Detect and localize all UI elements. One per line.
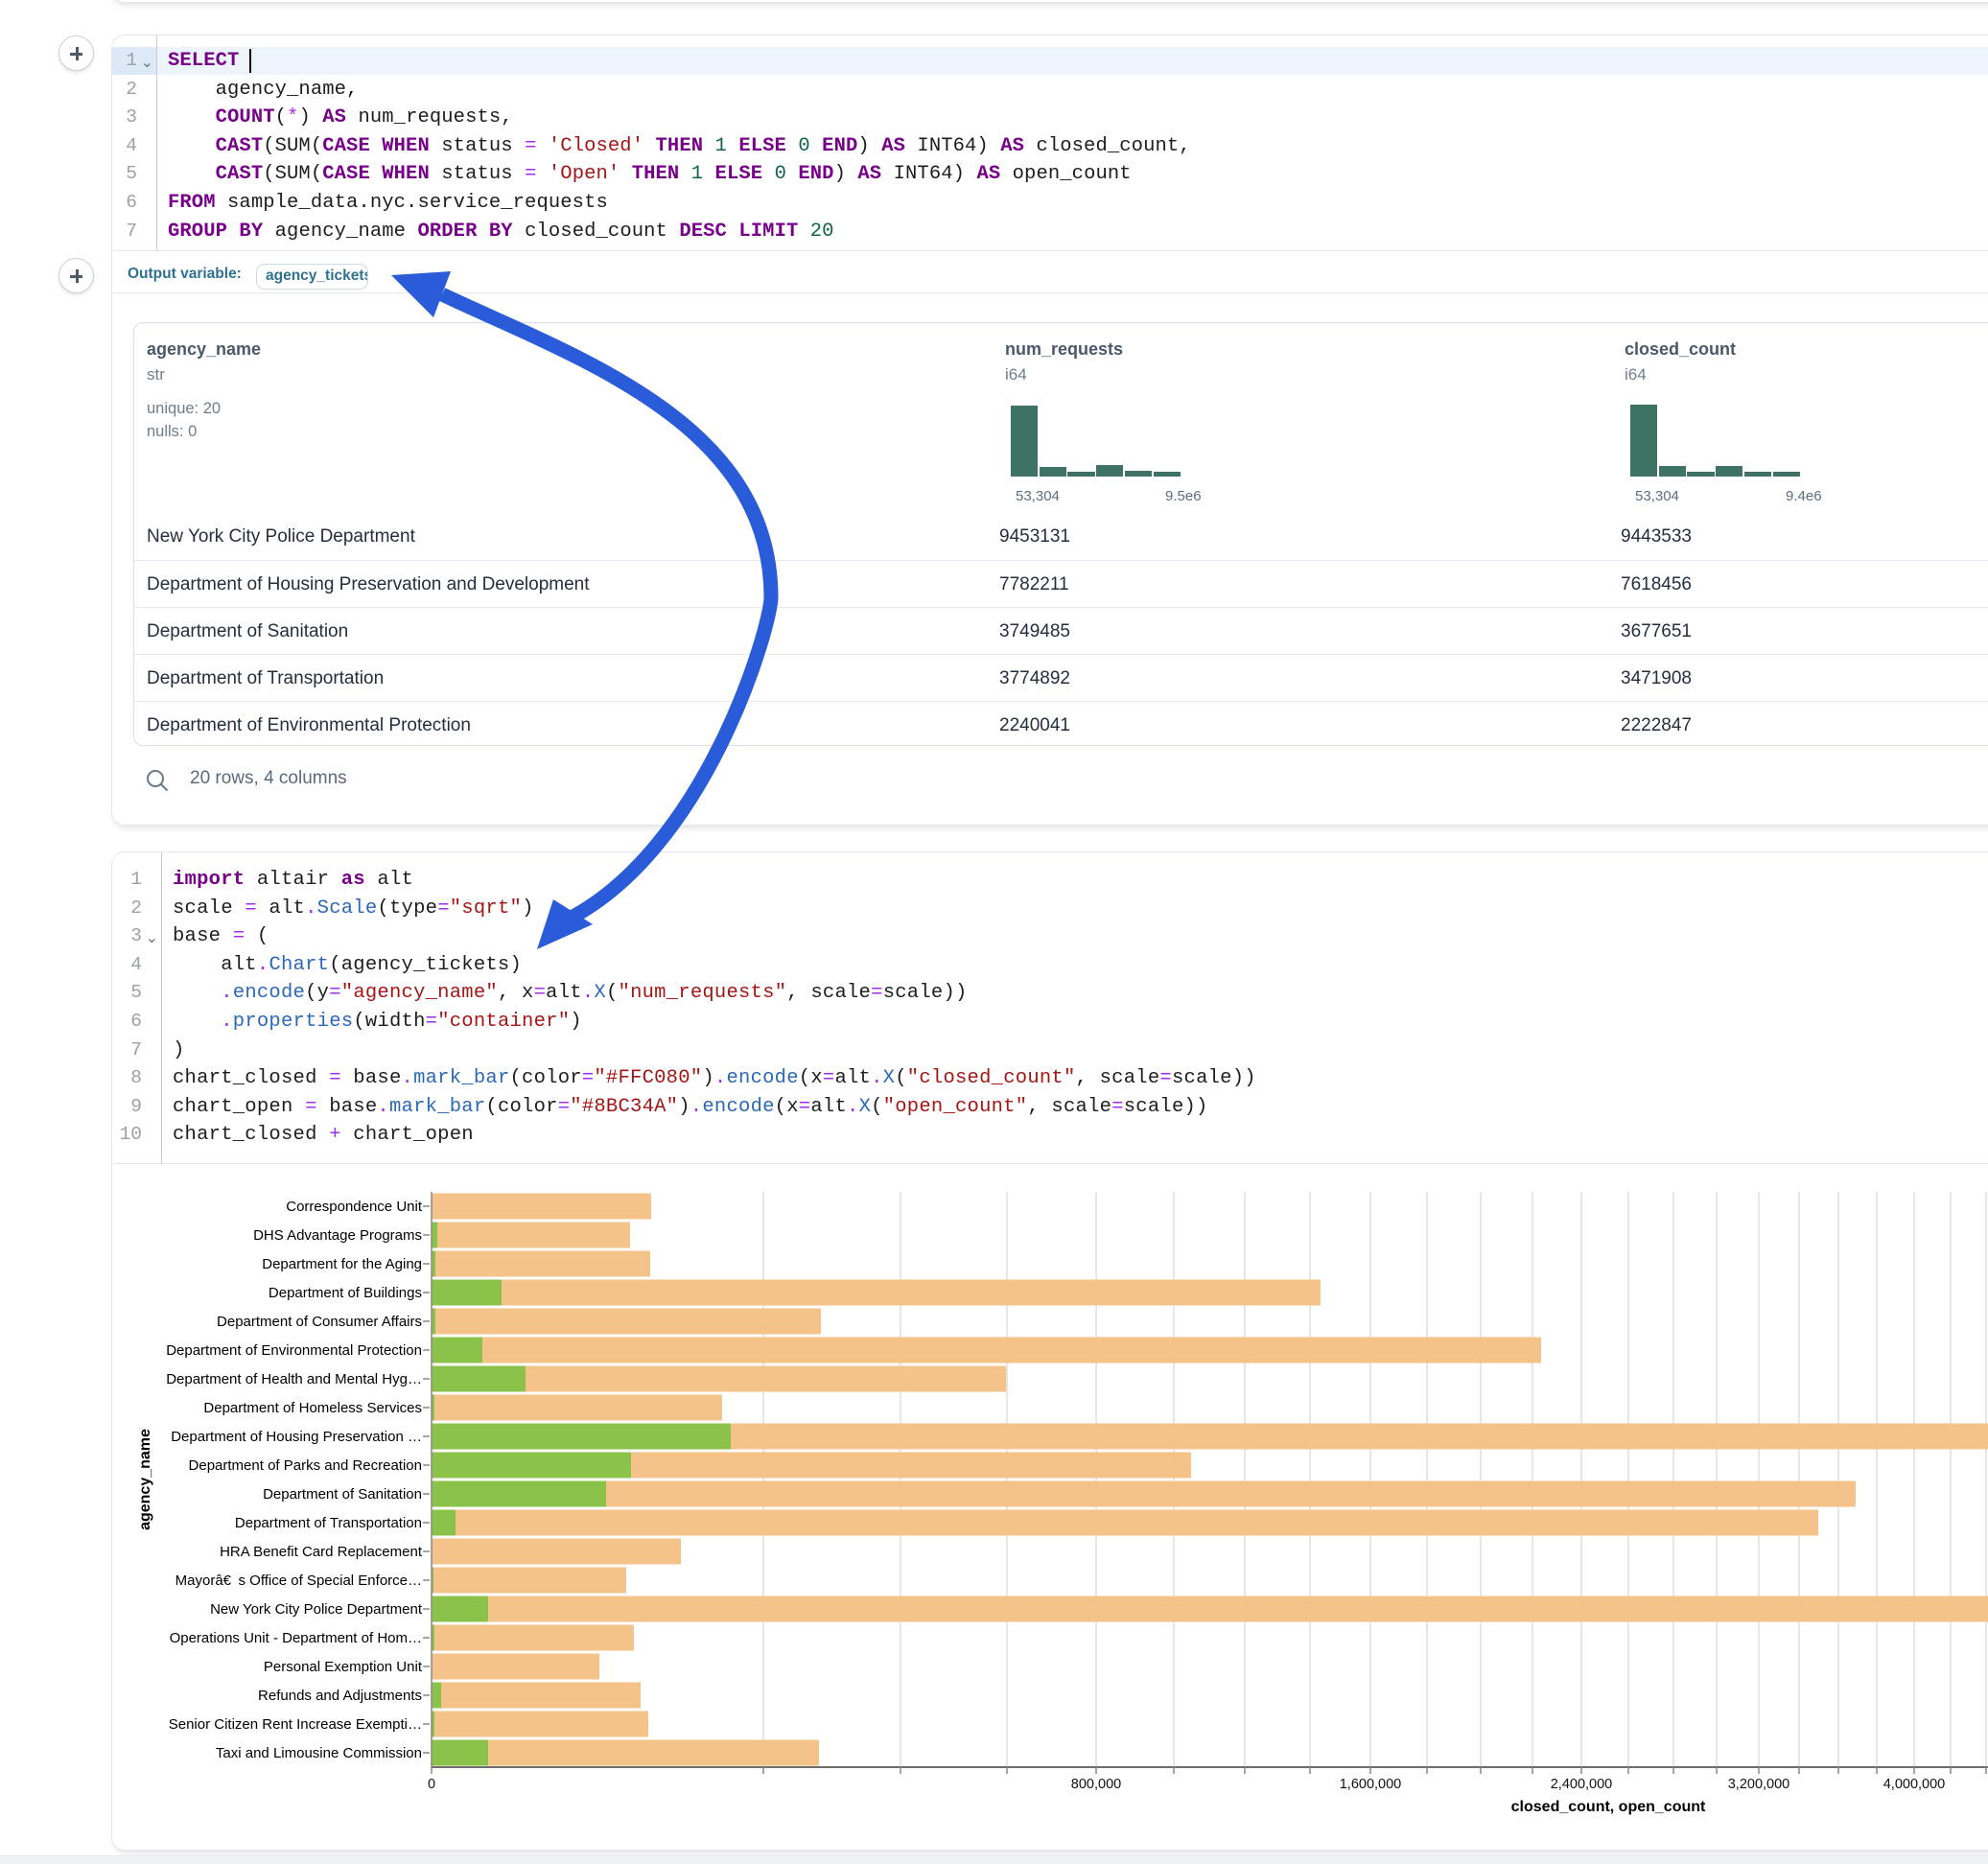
svg-text:agency_name: agency_name: [137, 1429, 153, 1530]
svg-text:2,400,000: 2,400,000: [1551, 1777, 1613, 1792]
svg-text:800,000: 800,000: [1071, 1777, 1121, 1792]
svg-text:Department of Sanitation: Department of Sanitation: [263, 1486, 422, 1503]
svg-text:Department of Parks and Recrea: Department of Parks and Recreation: [189, 1457, 422, 1474]
svg-text:New York City Police Departmen: New York City Police Department: [210, 1601, 423, 1618]
svg-text:Operations Unit - Department o: Operations Unit - Department of Hom…: [170, 1630, 422, 1646]
svg-text:Refunds and Adjustments: Refunds and Adjustments: [258, 1688, 422, 1704]
svg-text:Taxi and Limousine Commission: Taxi and Limousine Commission: [216, 1745, 422, 1761]
svg-text:Mayorâ€ s Office of Special En: Mayorâ€ s Office of Special Enforce…: [175, 1573, 422, 1589]
svg-text:Department of Consumer Affairs: Department of Consumer Affairs: [217, 1314, 422, 1330]
svg-text:Department of Homeless Service: Department of Homeless Services: [203, 1400, 422, 1416]
svg-text:Correspondence Unit: Correspondence Unit: [286, 1199, 423, 1215]
svg-text:HRA Benefit Card Replacement: HRA Benefit Card Replacement: [220, 1544, 423, 1560]
svg-text:Senior Citizen Rent Increase E: Senior Citizen Rent Increase Exempti…: [169, 1716, 422, 1733]
svg-text:Department for the Aging: Department for the Aging: [262, 1256, 422, 1272]
svg-text:Department of Buildings: Department of Buildings: [269, 1285, 422, 1301]
svg-text:Department of Health and Menta: Department of Health and Mental Hyg…: [166, 1371, 422, 1387]
svg-text:1,600,000: 1,600,000: [1340, 1777, 1402, 1792]
svg-text:Personal Exemption Unit: Personal Exemption Unit: [264, 1659, 423, 1675]
svg-text:Department of Transportation: Department of Transportation: [235, 1515, 422, 1531]
svg-text:Department of Environmental Pr: Department of Environmental Protection: [166, 1342, 422, 1359]
svg-text:4,000,000: 4,000,000: [1883, 1777, 1946, 1792]
svg-text:DHS Advantage Programs: DHS Advantage Programs: [253, 1227, 422, 1244]
svg-text:3,200,000: 3,200,000: [1728, 1777, 1790, 1792]
svg-text:0: 0: [428, 1777, 435, 1792]
svg-text:closed_count, open_count: closed_count, open_count: [1511, 1799, 1706, 1815]
svg-text:Department of Housing Preserva: Department of Housing Preservation …: [171, 1429, 422, 1445]
